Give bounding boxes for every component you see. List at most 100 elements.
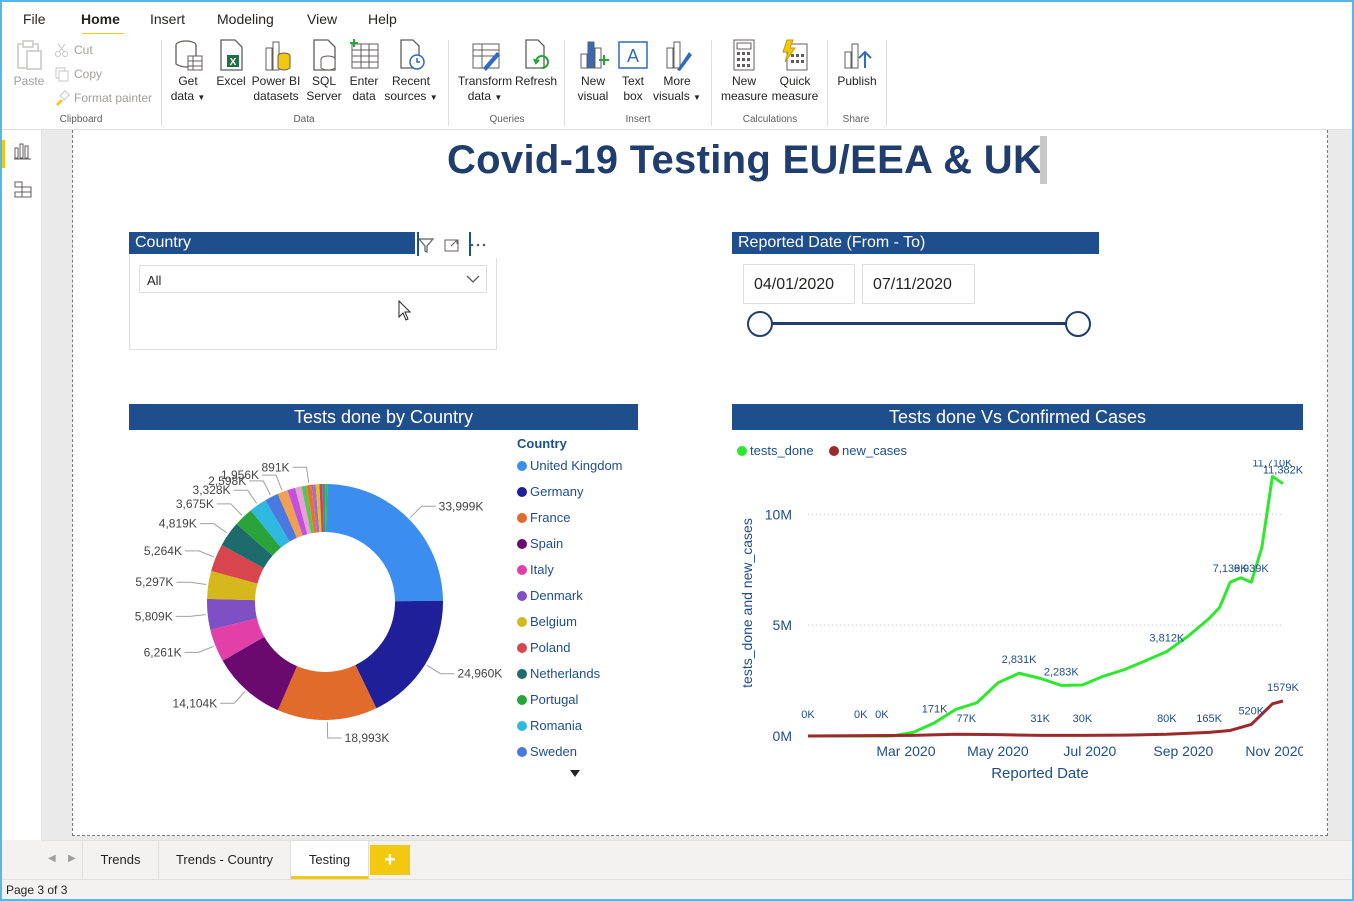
ribbon-separator — [886, 40, 887, 126]
chevron-down-icon: ▼ — [494, 93, 503, 102]
donut-legend-item[interactable]: Denmark — [517, 588, 583, 603]
donut-legend-item[interactable]: Portugal — [517, 692, 578, 707]
donut-leader-line — [233, 489, 258, 504]
donut-legend-item[interactable]: Netherlands — [517, 666, 600, 681]
legend-marker — [517, 590, 527, 601]
donut-legend-item[interactable]: Romania — [517, 718, 582, 733]
legend-scroll-down-icon[interactable] — [570, 770, 580, 778]
menu-modeling[interactable]: Modeling — [217, 11, 274, 27]
legend-label: United Kingdom — [530, 458, 623, 473]
donut-chart[interactable]: 33,999K 24,960K 18,993K 14,104K 6,261K 5,809K… — [129, 430, 519, 760]
legend-label: Belgium — [530, 614, 577, 629]
cut-label: Cut — [74, 43, 93, 57]
series-line-tests_done[interactable] — [808, 474, 1284, 738]
get-data-label-1: Get — [178, 74, 198, 88]
format-painter-button[interactable]: Format painter — [54, 90, 152, 106]
calculator-icon — [733, 39, 755, 71]
transform-data-button[interactable]: Transform data ▼ — [457, 38, 513, 105]
menu-home[interactable]: Home — [81, 11, 120, 27]
legend-marker — [517, 512, 527, 523]
chevron-down-icon — [466, 275, 480, 283]
legend-tests-done[interactable]: tests_done — [737, 443, 814, 458]
date-from-input[interactable]: 04/01/2020 — [743, 264, 855, 304]
date-slider-track[interactable] — [760, 322, 1078, 325]
date-to-input[interactable]: 07/11/2020 — [862, 264, 975, 304]
refresh-label: Refresh — [514, 74, 558, 88]
tab-testing[interactable]: Testing — [291, 841, 369, 879]
country-dropdown[interactable]: All — [139, 265, 487, 293]
quick-measure-icon — [782, 39, 808, 71]
menu-insert[interactable]: Insert — [150, 11, 185, 27]
dataset-icon — [265, 41, 291, 71]
add-page-button[interactable]: + — [370, 845, 410, 875]
data-label: 1579K — [1267, 682, 1299, 694]
filter-icon[interactable] — [417, 236, 435, 254]
menu-help[interactable]: Help — [368, 11, 397, 27]
mouse-cursor-icon — [398, 300, 412, 321]
line-chart[interactable]: 0M 5M 10M Mar 2020 May 2020 Jul 2020 Sep 2020 N… — [732, 460, 1303, 790]
sql-label-1: SQL — [311, 74, 336, 88]
donut-legend-item[interactable]: Germany — [517, 484, 583, 499]
data-view-icon[interactable] — [12, 179, 34, 201]
publish-icon — [844, 43, 872, 69]
legend-label: Denmark — [530, 588, 583, 603]
donut-legend-item[interactable]: Italy — [517, 562, 554, 577]
svg-text:X: X — [230, 57, 237, 68]
tab-next-icon[interactable]: ▶ — [68, 853, 76, 864]
new-measure-button[interactable]: New measure — [721, 38, 768, 104]
recent-label-1: Recent — [391, 74, 431, 88]
data-label: 171K — [922, 704, 948, 716]
publish-button[interactable]: Publish — [836, 38, 878, 89]
donut-legend-item[interactable]: Poland — [517, 640, 570, 655]
y-tick-label: 5M — [773, 617, 792, 633]
recent-sources-button[interactable]: Recent sources ▼ — [384, 38, 438, 105]
donut-legend-item[interactable]: United Kingdom — [517, 458, 623, 473]
focus-mode-icon[interactable] — [443, 236, 461, 254]
legend-label: Italy — [530, 562, 554, 577]
copy-button[interactable]: Copy — [54, 66, 102, 82]
text-box-button[interactable]: A Text box — [616, 38, 650, 104]
legend-new-cases[interactable]: new_cases — [829, 443, 907, 458]
ribbon-separator — [448, 40, 449, 126]
donut-legend-item[interactable]: France — [517, 510, 570, 525]
menu-file[interactable]: File — [23, 11, 46, 27]
status-bar: Page 3 of 3 — [2, 879, 1352, 899]
donut-leader-line — [216, 503, 243, 516]
enter-data-button[interactable]: Enter data — [346, 38, 382, 104]
powerbi-label-1: Power BI — [251, 74, 301, 88]
get-data-button[interactable]: Get data ▼ — [168, 38, 208, 105]
recent-sources-icon — [400, 39, 425, 70]
date-slider-start-handle[interactable] — [747, 311, 773, 337]
paste-button[interactable]: Paste — [12, 38, 46, 89]
donut-slice[interactable] — [326, 484, 443, 602]
quick-measure-button[interactable]: Quick measure — [770, 38, 820, 104]
more-visuals-button[interactable]: More visuals ▼ — [653, 38, 701, 105]
powerbi-datasets-button[interactable]: Power BI datasets — [251, 38, 301, 104]
tab-trends-country[interactable]: Trends - Country — [159, 841, 291, 879]
new-visual-label-2: visual — [577, 89, 609, 103]
new-visual-button[interactable]: New visual — [576, 38, 610, 104]
report-title[interactable]: Covid-19 Testing EU/EEA & UK — [447, 138, 1042, 183]
legend-label: Romania — [530, 718, 583, 733]
new-measure-label-1: New — [731, 74, 756, 88]
data-label: 31K — [1030, 713, 1050, 725]
excel-icon: X — [220, 39, 243, 71]
active-view-indicator — [2, 140, 5, 168]
refresh-button[interactable]: Refresh — [514, 38, 558, 89]
donut-legend-item[interactable]: Belgium — [517, 614, 577, 629]
donut-slice[interactable] — [355, 600, 443, 709]
excel-button[interactable]: X Excel — [214, 38, 248, 89]
date-slider-end-handle[interactable] — [1065, 311, 1091, 337]
donut-legend-item[interactable]: Spain — [517, 536, 563, 551]
tab-trends[interactable]: Trends — [82, 841, 159, 879]
menu-bar: File Home Insert Modeling View Help — [2, 2, 1352, 36]
sql-server-button[interactable]: SQL Server — [304, 38, 344, 104]
database-icon — [175, 40, 203, 71]
cut-button[interactable]: Cut — [54, 42, 93, 58]
report-view-icon[interactable] — [12, 140, 34, 162]
tab-prev-icon[interactable]: ◀ — [48, 853, 56, 864]
more-options-icon[interactable] — [469, 236, 487, 254]
menu-view[interactable]: View — [307, 11, 337, 27]
donut-legend-item[interactable]: Sweden — [517, 744, 577, 759]
donut-data-label: 24,960K — [458, 667, 503, 681]
